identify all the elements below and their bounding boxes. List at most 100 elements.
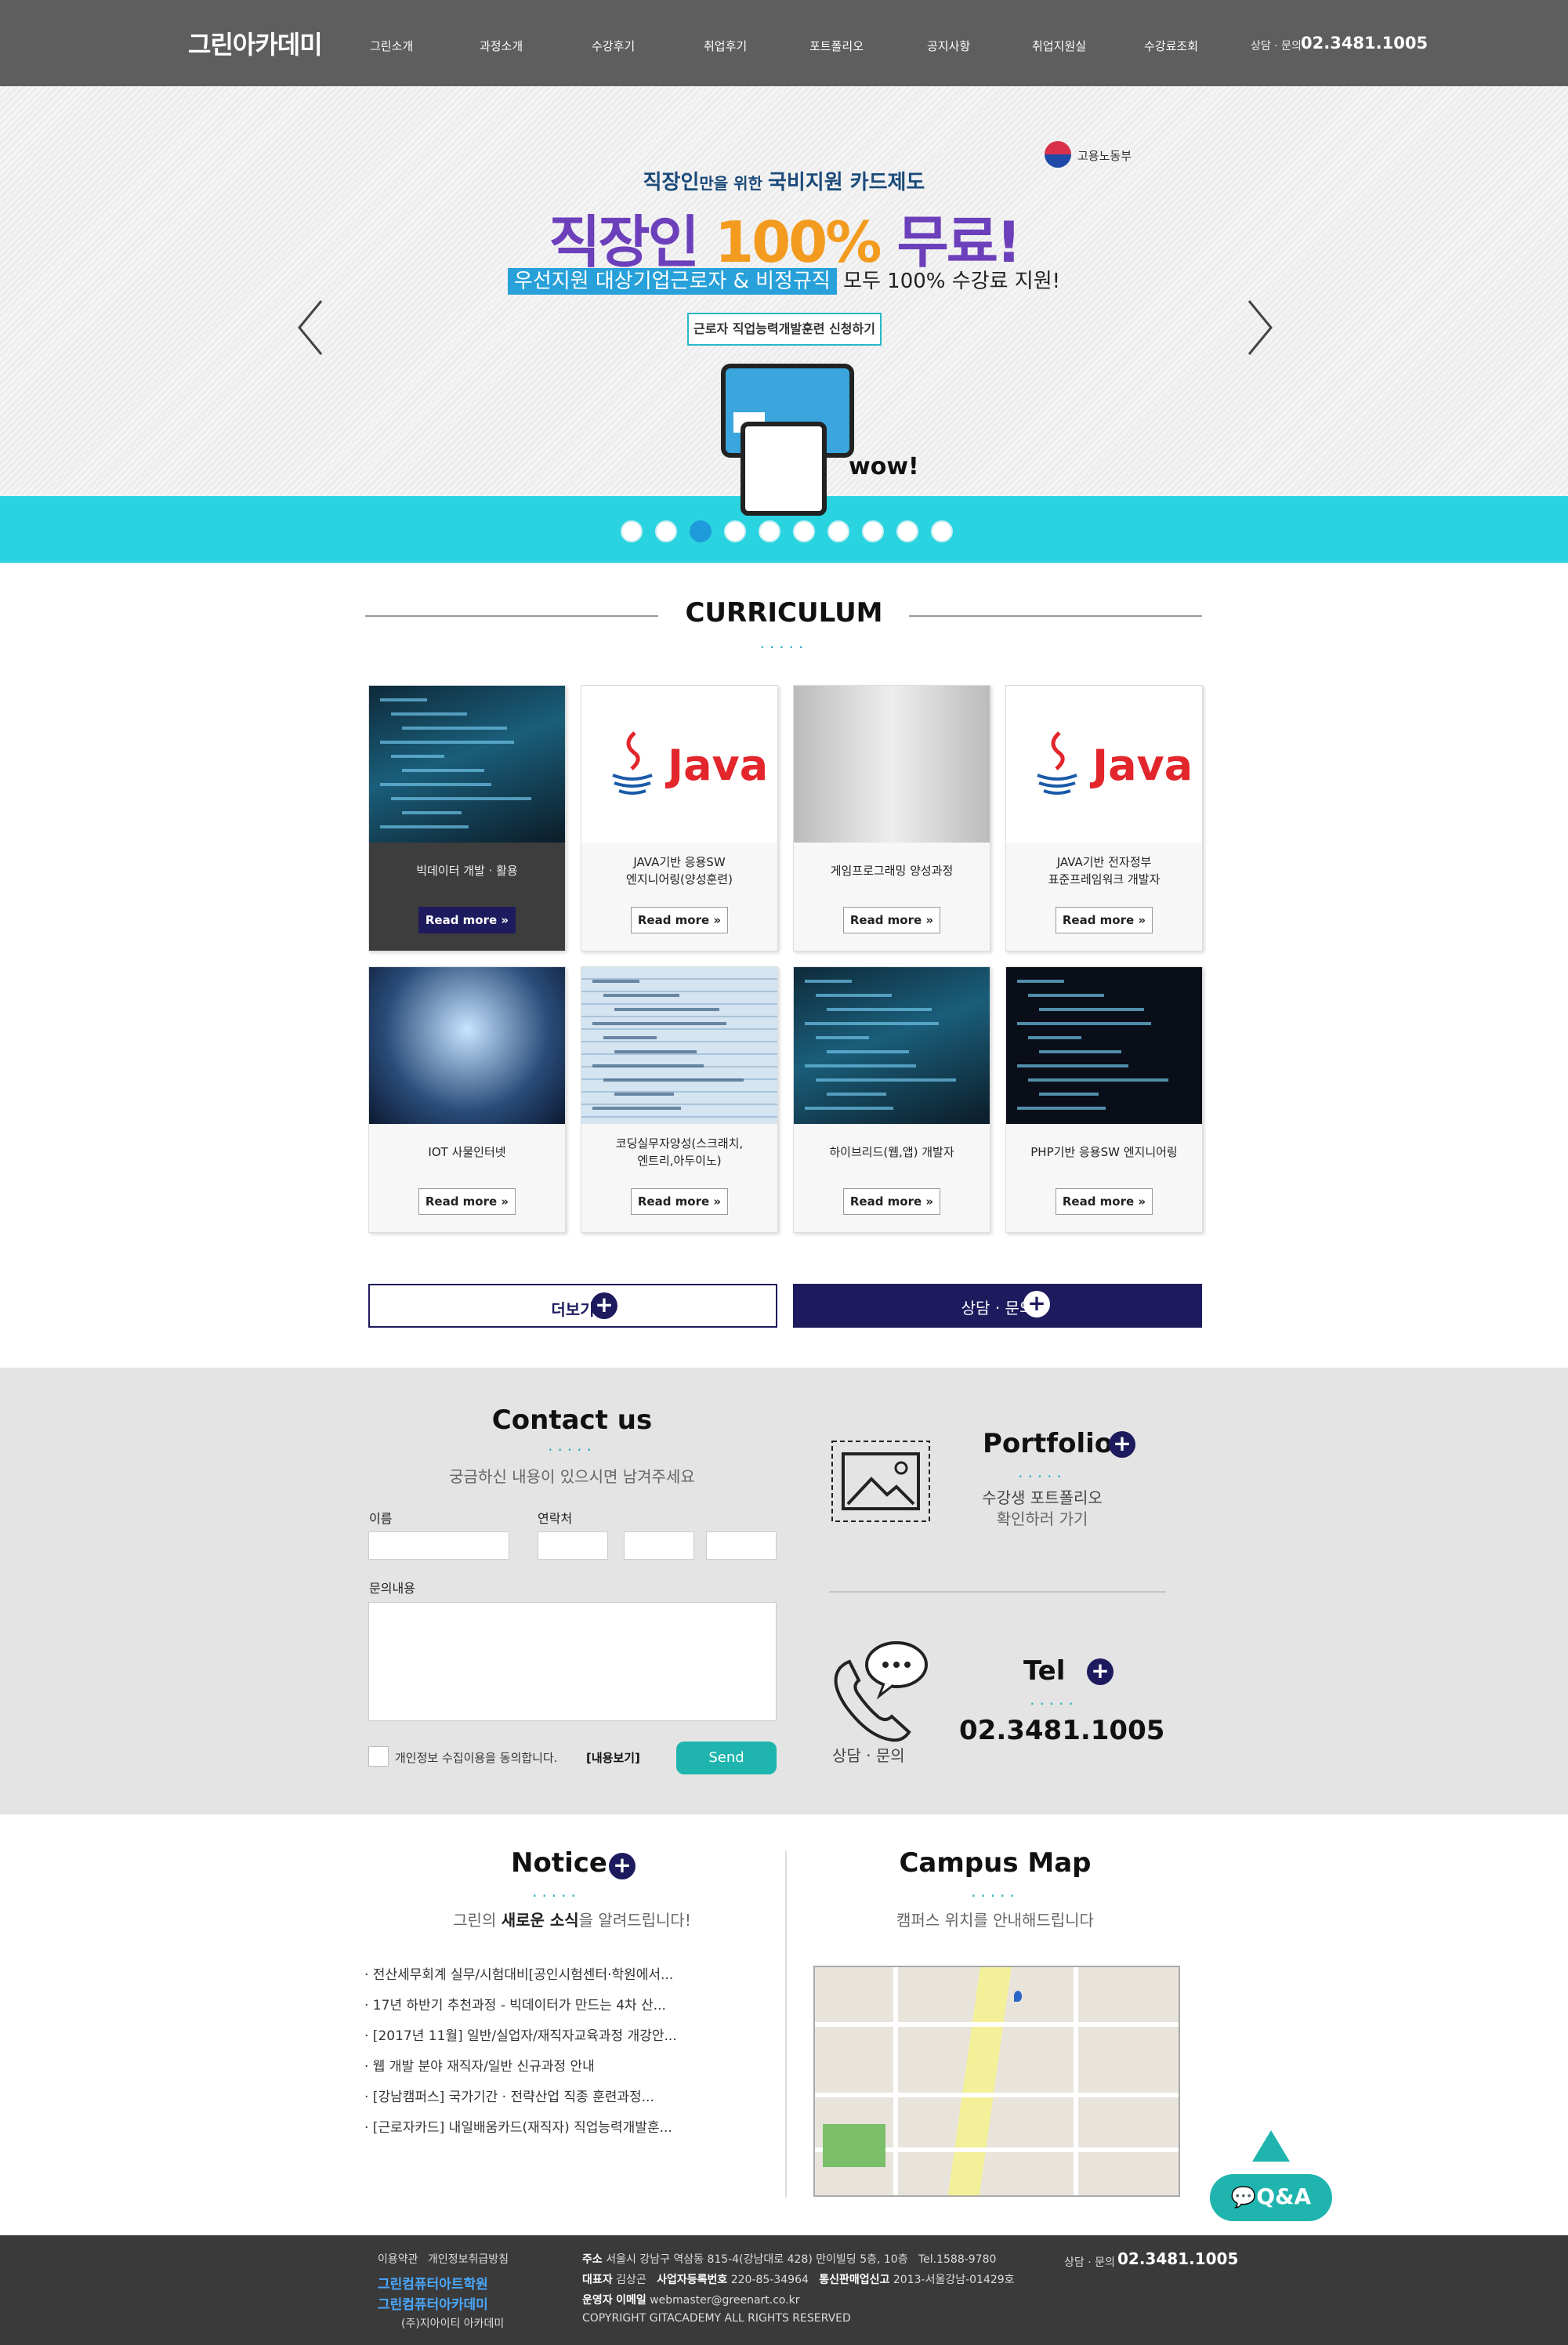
footer-terms-link[interactable]: 이용약관 bbox=[378, 2251, 418, 2267]
course-card[interactable]: 코딩실무자양성(스크래치, 엔트리,아두이노) Read more » bbox=[581, 966, 778, 1233]
notice-map-divider bbox=[785, 1851, 787, 2198]
code-line bbox=[614, 1093, 674, 1096]
read-more-button[interactable]: Read more » bbox=[843, 1188, 940, 1215]
code-line bbox=[391, 712, 467, 716]
code-line bbox=[1017, 1107, 1106, 1110]
course-caption: JAVA기반 응용SW 엔지니어링(양성훈련) bbox=[626, 855, 733, 886]
course-caption: PHP기반 응용SW 엔지니어링 bbox=[1030, 1145, 1178, 1159]
privacy-checkbox[interactable] bbox=[368, 1746, 389, 1767]
notice-item[interactable]: · [근로자카드] 내일배움카드(재직자) 직업능력개발훈... bbox=[364, 2116, 672, 2136]
qa-button[interactable]: 💬Q&A bbox=[1210, 2174, 1332, 2221]
notice-plus-icon[interactable]: + bbox=[609, 1853, 636, 1879]
notice-item[interactable]: · 17년 하반기 추천과정 - 빅데이터가 만드는 4차 산... bbox=[364, 1994, 666, 2013]
read-more-button[interactable]: Read more » bbox=[418, 1188, 516, 1215]
code-line bbox=[380, 698, 427, 701]
course-card[interactable]: PHP기반 응용SW 엔지니어링 Read more » bbox=[1005, 966, 1203, 1233]
java-logo-icon bbox=[612, 731, 653, 795]
read-more-button[interactable]: Read more » bbox=[631, 907, 728, 933]
phone-call-icon bbox=[834, 1641, 928, 1742]
more-courses-button[interactable]: 더보기 + bbox=[368, 1284, 777, 1328]
consult-button[interactable]: 상담 · 문의 + bbox=[793, 1284, 1202, 1328]
read-more-button[interactable]: Read more » bbox=[843, 907, 940, 933]
tel-plus-icon[interactable]: + bbox=[1087, 1658, 1114, 1685]
phone-input-1[interactable] bbox=[538, 1531, 608, 1560]
message-label: 문의내용 bbox=[369, 1581, 415, 1596]
nav-item-tuition[interactable]: 수강료조회 bbox=[1144, 38, 1198, 54]
message-textarea[interactable] bbox=[368, 1602, 777, 1721]
notice-item[interactable]: · 전산세무회계 실무/시험대비[공인시험센터·학원에서... bbox=[364, 1963, 673, 1983]
java-logo-text: Java bbox=[668, 741, 769, 790]
read-more-button[interactable]: Read more » bbox=[1056, 1188, 1153, 1215]
privacy-view-link[interactable]: [내용보기] bbox=[586, 1749, 640, 1766]
read-more-button[interactable]: Read more » bbox=[631, 1188, 728, 1215]
banner-apply-button[interactable]: 근로자 직업능력개발훈련 신청하기 bbox=[687, 313, 882, 346]
code-line bbox=[592, 980, 639, 983]
site-logo[interactable]: 그린아카데미 bbox=[188, 25, 323, 61]
nav-item-portfolio[interactable]: 포트폴리오 bbox=[809, 38, 864, 54]
footer-address: 주소 서울시 강남구 역삼동 815-4(강남대로 428) 만이빌딩 5층, … bbox=[582, 2253, 997, 2266]
name-input[interactable] bbox=[368, 1531, 509, 1560]
course-card[interactable]: Java JAVA기반 전자정부 표준프레임워크 개발자 Read more » bbox=[1005, 685, 1203, 951]
image-icon[interactable] bbox=[829, 1438, 932, 1524]
code-line bbox=[380, 825, 469, 828]
read-more-button[interactable]: Read more » bbox=[1056, 907, 1153, 933]
code-line bbox=[816, 1036, 869, 1039]
portfolio-title[interactable]: Portfolio bbox=[983, 1428, 1113, 1459]
contact-subtitle: 궁금하신 내용이 있으시면 남겨주세요 bbox=[449, 1467, 695, 1486]
campus-title: Campus Map bbox=[899, 1847, 1092, 1879]
nav-item-job-reviews[interactable]: 취업후기 bbox=[704, 38, 747, 54]
slider-next-arrow-icon[interactable] bbox=[1243, 296, 1277, 359]
nav-item-job-support[interactable]: 취업지원실 bbox=[1032, 38, 1086, 54]
campus-map[interactable] bbox=[813, 1966, 1180, 2197]
map-pin-icon bbox=[1014, 1991, 1022, 2002]
notice-item[interactable]: · [2017년 11월] 일반/실업자/재직자교육과정 개강안... bbox=[364, 2024, 677, 2044]
slider-dot[interactable] bbox=[724, 520, 746, 542]
course-image[interactable]: Java bbox=[581, 686, 777, 843]
course-image[interactable] bbox=[794, 967, 990, 1124]
phone-input-3[interactable] bbox=[706, 1531, 777, 1560]
course-image[interactable] bbox=[581, 967, 777, 1124]
course-card[interactable]: 하이브리드(웹,앱) 개발자 Read more » bbox=[793, 966, 990, 1233]
code-line bbox=[805, 980, 852, 983]
course-image[interactable] bbox=[369, 967, 565, 1124]
footer-privacy-link[interactable]: 개인정보취급방침 bbox=[428, 2251, 509, 2267]
notice-title[interactable]: Notice bbox=[511, 1847, 607, 1879]
nav-item-notice[interactable]: 공지사항 bbox=[927, 38, 970, 54]
course-card[interactable]: 빅데이터 개발 · 활용 Read more » bbox=[368, 685, 566, 951]
portfolio-plus-icon[interactable]: + bbox=[1109, 1431, 1135, 1458]
phone-input-2[interactable] bbox=[624, 1531, 694, 1560]
code-line bbox=[816, 994, 892, 997]
read-more-button[interactable]: Read more » bbox=[418, 907, 516, 933]
slider-dot[interactable] bbox=[793, 520, 815, 542]
code-line bbox=[827, 1050, 909, 1053]
slider-dot[interactable] bbox=[896, 520, 918, 542]
code-line bbox=[816, 1078, 956, 1082]
course-image[interactable] bbox=[1006, 967, 1202, 1124]
slider-dot[interactable] bbox=[931, 520, 953, 542]
course-card[interactable]: IOT 사물인터넷 Read more » bbox=[368, 966, 566, 1233]
notice-item[interactable]: · [강남캠퍼스] 국가기간 · 전략산업 직종 훈련과정... bbox=[364, 2086, 654, 2105]
slider-dot[interactable] bbox=[862, 520, 884, 542]
slider-prev-arrow-icon[interactable] bbox=[293, 296, 328, 359]
banner-subtitle: 직장인만을 위한 국비지원 카드제도 bbox=[643, 171, 925, 194]
code-line bbox=[1039, 1050, 1121, 1053]
campus-subtitle: 캠퍼스 위치를 안내해드립니다 bbox=[896, 1911, 1094, 1930]
course-image[interactable] bbox=[369, 686, 565, 843]
nav-item-reviews[interactable]: 수강후기 bbox=[592, 38, 635, 54]
slider-dot[interactable] bbox=[655, 520, 677, 542]
slider-dot[interactable] bbox=[759, 520, 780, 542]
scroll-top-icon[interactable] bbox=[1252, 2130, 1290, 2162]
code-line bbox=[380, 783, 491, 786]
slider-dot[interactable] bbox=[827, 520, 849, 542]
course-image[interactable] bbox=[794, 686, 990, 843]
slider-dot[interactable] bbox=[621, 520, 643, 542]
course-card[interactable]: 게임프로그래밍 양성과정 Read more » bbox=[793, 685, 990, 951]
code-line bbox=[827, 1093, 886, 1096]
course-image[interactable]: Java bbox=[1006, 686, 1202, 843]
notice-item[interactable]: · 웹 개발 분야 재직자/일반 신규과정 안내 bbox=[364, 2055, 595, 2075]
nav-item-courses[interactable]: 과정소개 bbox=[480, 38, 523, 54]
course-card[interactable]: Java JAVA기반 응용SW 엔지니어링(양성훈련) Read more » bbox=[581, 685, 778, 951]
slider-dot[interactable] bbox=[690, 520, 712, 542]
send-button[interactable]: Send bbox=[676, 1742, 777, 1774]
nav-item-about[interactable]: 그린소개 bbox=[370, 38, 413, 54]
